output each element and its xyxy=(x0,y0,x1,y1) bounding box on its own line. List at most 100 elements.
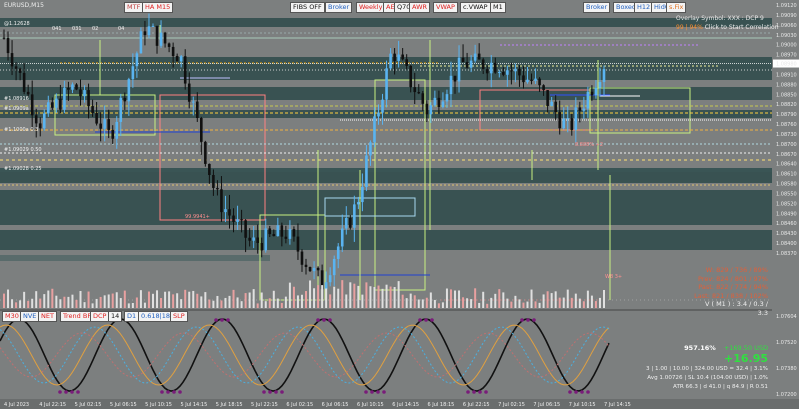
toolbar-button-ha-m15[interactable]: HA M15 xyxy=(142,2,174,13)
volume-bar xyxy=(321,285,324,308)
volume-bar xyxy=(393,287,396,308)
toolbar-button-awr[interactable]: AWR xyxy=(409,2,431,13)
sub-button-0-618-18[interactable]: 0.618|18 xyxy=(138,311,174,322)
toolbar-button-s-fix[interactable]: s.Fix xyxy=(666,2,687,13)
volume-bar xyxy=(462,297,465,308)
volume-bar xyxy=(502,292,505,308)
signal-dot xyxy=(376,390,380,394)
candle-body xyxy=(324,282,328,290)
candle-body xyxy=(264,228,268,251)
stat-past: Past: 822 / 774 / 94% xyxy=(698,283,768,292)
oscillator-signal xyxy=(0,324,610,386)
candle-body xyxy=(445,94,449,102)
price-tick-label: 1.08520 xyxy=(776,201,797,207)
symbol-label: EURUSD,M15 xyxy=(4,2,44,9)
volume-bar xyxy=(204,292,207,308)
volume-bar xyxy=(151,293,154,308)
volume-bar xyxy=(276,298,279,308)
toolbar-button-broker[interactable]: Broker xyxy=(583,2,611,13)
correlation-link[interactable]: Click to Start Correlation xyxy=(705,24,779,31)
signal-dot xyxy=(160,390,164,394)
sub-button-net[interactable]: NET xyxy=(38,311,57,322)
range-stats-panel: W: 829 / 736 / 89% Prev: 824 / 801 / 97%… xyxy=(694,266,768,318)
level-label: #1.09028 0.25 xyxy=(4,166,42,172)
candle-body xyxy=(195,101,199,119)
toolbar-button-broker[interactable]: Broker xyxy=(325,2,353,13)
volume-bar xyxy=(111,293,114,308)
signal-dot xyxy=(58,390,62,394)
price-tick-label: 1.08460 xyxy=(776,221,797,227)
candle-body xyxy=(530,79,533,82)
signal-dot xyxy=(214,318,218,322)
volume-bar xyxy=(377,285,380,308)
time-tick-label: 5 Jul 14:15 xyxy=(180,402,207,408)
sub-button-d1[interactable]: D1 xyxy=(124,311,140,322)
toolbar-button-vwap[interactable]: VWAP xyxy=(433,2,458,13)
volume-bar xyxy=(176,293,179,308)
volume-bar xyxy=(228,295,231,308)
toolbar-button-c-vwap[interactable]: c.VWAP xyxy=(460,2,491,13)
level-label: 02 xyxy=(92,26,98,32)
candle-body xyxy=(586,91,590,109)
volume-bar xyxy=(83,302,86,308)
candle-body xyxy=(365,155,368,188)
signal-dot xyxy=(166,390,170,394)
zone-band xyxy=(0,190,772,225)
candle-body xyxy=(212,174,215,188)
candle-body xyxy=(232,215,235,222)
candle-body xyxy=(441,101,445,107)
price-tick-label: 1.08670 xyxy=(776,152,797,158)
toolbar-button-weekly[interactable]: Weekly xyxy=(356,2,386,13)
signal-dot xyxy=(364,390,368,394)
candle-body xyxy=(10,53,14,67)
volume-bar xyxy=(429,292,432,308)
toolbar-button-fibs-off[interactable]: FIBS OFF xyxy=(290,2,325,13)
candle-body xyxy=(570,118,574,130)
signal-dot xyxy=(580,390,584,394)
volume-bar xyxy=(67,296,70,308)
signal-dot xyxy=(526,318,530,322)
candle-body xyxy=(38,123,42,129)
volume-bar xyxy=(506,298,509,308)
toolbar-button-m1[interactable]: M1 xyxy=(490,2,506,13)
candle-body xyxy=(127,79,131,102)
candle-body xyxy=(276,225,280,237)
candle-body xyxy=(578,107,582,111)
candle-body xyxy=(208,163,211,175)
candle-body xyxy=(30,94,34,116)
level-label: #1.08916 xyxy=(4,96,29,102)
price-tick-label: 1.09090 xyxy=(776,13,797,19)
level-label: #1.09029 0.50 xyxy=(4,147,42,153)
sub-button-dcp[interactable]: DCP xyxy=(90,311,110,322)
candle-body xyxy=(175,55,179,62)
volume-bar xyxy=(413,295,416,308)
signal-dot xyxy=(316,318,320,322)
candle-body xyxy=(421,93,425,104)
signal-dot xyxy=(430,318,434,322)
time-tick-label: 6 Jul 10:15 xyxy=(357,402,384,408)
volume-bar xyxy=(19,300,22,308)
volume-bar xyxy=(550,293,553,308)
time-tick-label: 6 Jul 18:15 xyxy=(428,402,455,408)
sub-button-nve[interactable]: NVE xyxy=(20,311,40,322)
correlation-text[interactable]: 99 | 94% Click to Start Correlation xyxy=(676,24,779,31)
candle-body xyxy=(397,54,400,61)
volume-bar xyxy=(570,297,573,308)
sub-usd: +169.50 USD xyxy=(723,344,768,352)
candle-body xyxy=(236,219,239,222)
volume-bar xyxy=(546,291,549,308)
candle-body xyxy=(159,32,163,46)
time-tick-label: 4 Jul 2023 xyxy=(4,402,29,408)
stat-v: V ( M1 ) : 3.4 / 0.3 / 3.3 xyxy=(704,300,768,317)
sub-button-14[interactable]: 14 xyxy=(108,311,123,322)
signal-dot xyxy=(586,390,590,394)
toolbar-button-mtf[interactable]: MTF xyxy=(124,2,144,13)
candle-body xyxy=(83,90,86,97)
sub-button-slp[interactable]: SLP xyxy=(170,311,188,322)
volume-bar xyxy=(3,293,5,308)
sub-button-m30[interactable]: M30 xyxy=(2,311,22,322)
candle-body xyxy=(95,112,98,124)
volume-bar xyxy=(71,294,74,308)
volume-bar xyxy=(87,291,90,308)
volume-bar xyxy=(522,302,525,308)
